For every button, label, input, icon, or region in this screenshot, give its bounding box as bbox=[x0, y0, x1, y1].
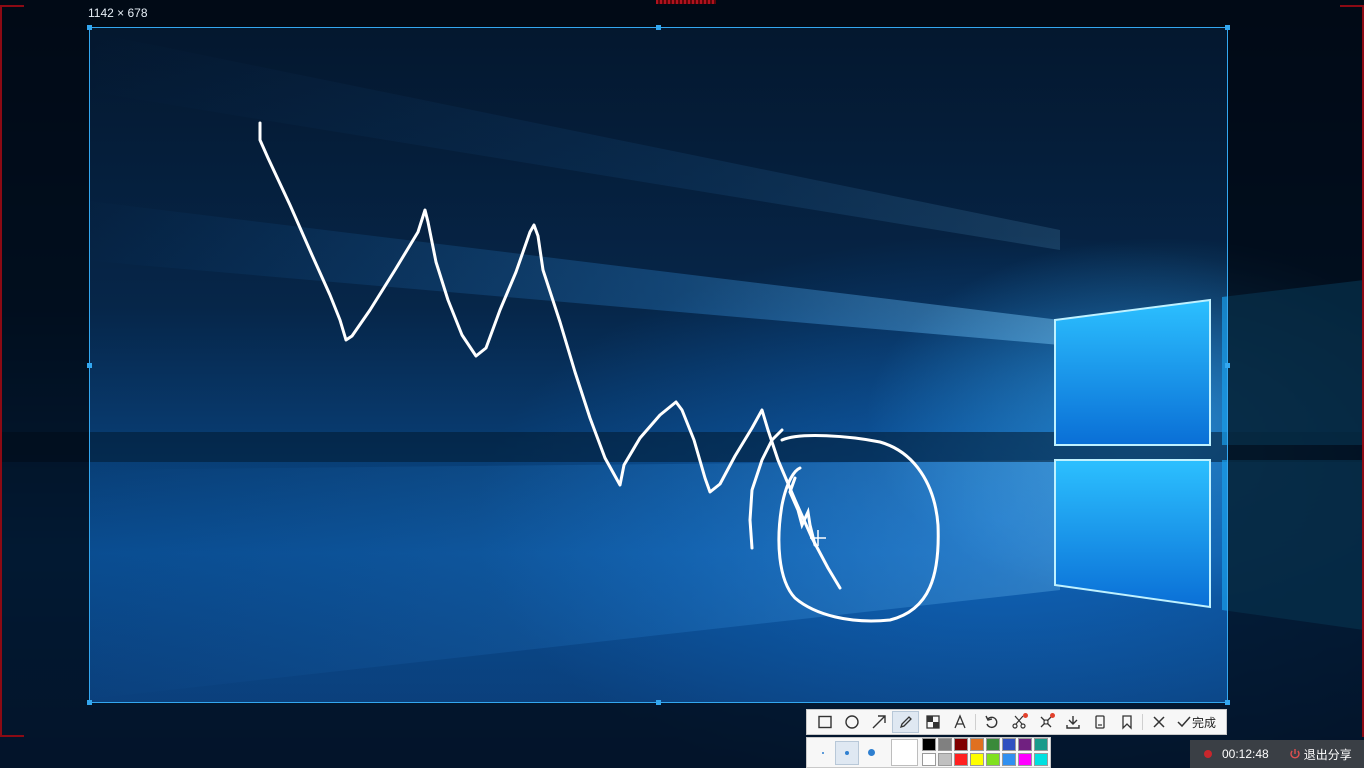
color-swatch[interactable] bbox=[954, 753, 968, 766]
resize-handle-right[interactable] bbox=[1225, 363, 1230, 368]
pen-size-medium[interactable] bbox=[835, 740, 859, 765]
current-color-swatch[interactable] bbox=[891, 739, 918, 766]
save-button[interactable] bbox=[1086, 711, 1113, 733]
dim-left bbox=[0, 27, 89, 703]
exit-share-button[interactable]: 退出分享 bbox=[1289, 746, 1352, 763]
color-swatch[interactable] bbox=[970, 753, 984, 766]
color-swatch[interactable] bbox=[1002, 738, 1016, 751]
close-icon bbox=[1152, 716, 1165, 728]
color-swatch[interactable] bbox=[986, 738, 1000, 751]
color-swatch[interactable] bbox=[1018, 738, 1032, 751]
color-swatch[interactable] bbox=[1018, 753, 1032, 766]
color-palette bbox=[922, 738, 1049, 767]
download-icon bbox=[1065, 716, 1080, 729]
mosaic-icon bbox=[925, 715, 940, 729]
done-button[interactable]: 完成 bbox=[1172, 711, 1220, 733]
share-frame-bottom-left bbox=[0, 735, 24, 737]
cancel-button[interactable] bbox=[1145, 711, 1172, 733]
color-swatch[interactable] bbox=[1002, 753, 1016, 766]
color-swatch[interactable] bbox=[922, 738, 936, 751]
color-swatch[interactable] bbox=[986, 753, 1000, 766]
pen-size-small[interactable] bbox=[811, 741, 835, 765]
toolbar-separator bbox=[975, 714, 976, 730]
pencil-tool-button[interactable] bbox=[892, 711, 919, 733]
new-badge bbox=[1050, 713, 1055, 718]
resize-handle-left[interactable] bbox=[87, 363, 92, 368]
undo-button[interactable] bbox=[978, 711, 1005, 733]
rectangle-tool-button[interactable] bbox=[811, 711, 838, 733]
share-timer: 00:12:48 bbox=[1222, 747, 1269, 761]
share-frame-notch bbox=[656, 0, 716, 4]
arrow-icon bbox=[872, 715, 886, 729]
color-swatch[interactable] bbox=[938, 753, 952, 766]
toolbar-separator bbox=[1142, 714, 1143, 730]
color-swatch[interactable] bbox=[938, 738, 952, 751]
power-icon bbox=[1290, 749, 1300, 759]
screen-share-bar: 00:12:48 退出分享 bbox=[1190, 740, 1364, 768]
dim-top bbox=[0, 0, 1364, 27]
annotation-toolbar: 完成 bbox=[806, 709, 1227, 735]
mosaic-tool-button[interactable] bbox=[919, 711, 946, 733]
pencil-icon bbox=[899, 716, 912, 729]
text-icon bbox=[953, 714, 966, 729]
resize-handle-bottom-right[interactable] bbox=[1225, 700, 1230, 705]
selection-size-label: 1142 × 678 bbox=[88, 6, 148, 20]
exit-share-label: 退出分享 bbox=[1303, 747, 1352, 762]
color-swatch[interactable] bbox=[1034, 738, 1048, 751]
color-swatch[interactable] bbox=[970, 738, 984, 751]
capture-selection[interactable] bbox=[87, 25, 1230, 705]
pin-button[interactable] bbox=[1113, 711, 1140, 733]
new-badge bbox=[1023, 713, 1028, 718]
share-frame-top-left bbox=[0, 5, 24, 7]
arrow-tool-button[interactable] bbox=[865, 711, 892, 733]
checkmark-icon bbox=[1177, 716, 1191, 728]
rectangle-icon bbox=[817, 715, 832, 729]
resize-handle-bottom[interactable] bbox=[656, 700, 661, 705]
resize-handle-top-left[interactable] bbox=[87, 25, 92, 30]
share-frame-top-right bbox=[1340, 5, 1364, 7]
pin-icon bbox=[1121, 715, 1132, 730]
color-swatch[interactable] bbox=[1034, 753, 1048, 766]
text-tool-button[interactable] bbox=[946, 711, 973, 733]
download-button[interactable] bbox=[1059, 711, 1086, 733]
ellipse-tool-button[interactable] bbox=[838, 711, 865, 733]
dim-right bbox=[1228, 27, 1364, 703]
color-swatch[interactable] bbox=[954, 738, 968, 751]
recording-indicator bbox=[1204, 750, 1212, 758]
pen-properties-panel bbox=[806, 737, 1051, 768]
color-swatch[interactable] bbox=[922, 753, 936, 766]
share-frame-left bbox=[0, 5, 2, 737]
resize-handle-top-right[interactable] bbox=[1225, 25, 1230, 30]
pen-size-large[interactable] bbox=[859, 741, 883, 765]
crop-button[interactable] bbox=[1032, 711, 1059, 733]
resize-handle-top[interactable] bbox=[656, 25, 661, 30]
undo-icon bbox=[984, 715, 997, 729]
resize-handle-bottom-left[interactable] bbox=[87, 700, 92, 705]
save-icon bbox=[1094, 715, 1105, 729]
done-label: 完成 bbox=[1192, 715, 1217, 730]
ellipse-icon bbox=[844, 715, 859, 729]
scissors-button[interactable] bbox=[1005, 711, 1032, 733]
